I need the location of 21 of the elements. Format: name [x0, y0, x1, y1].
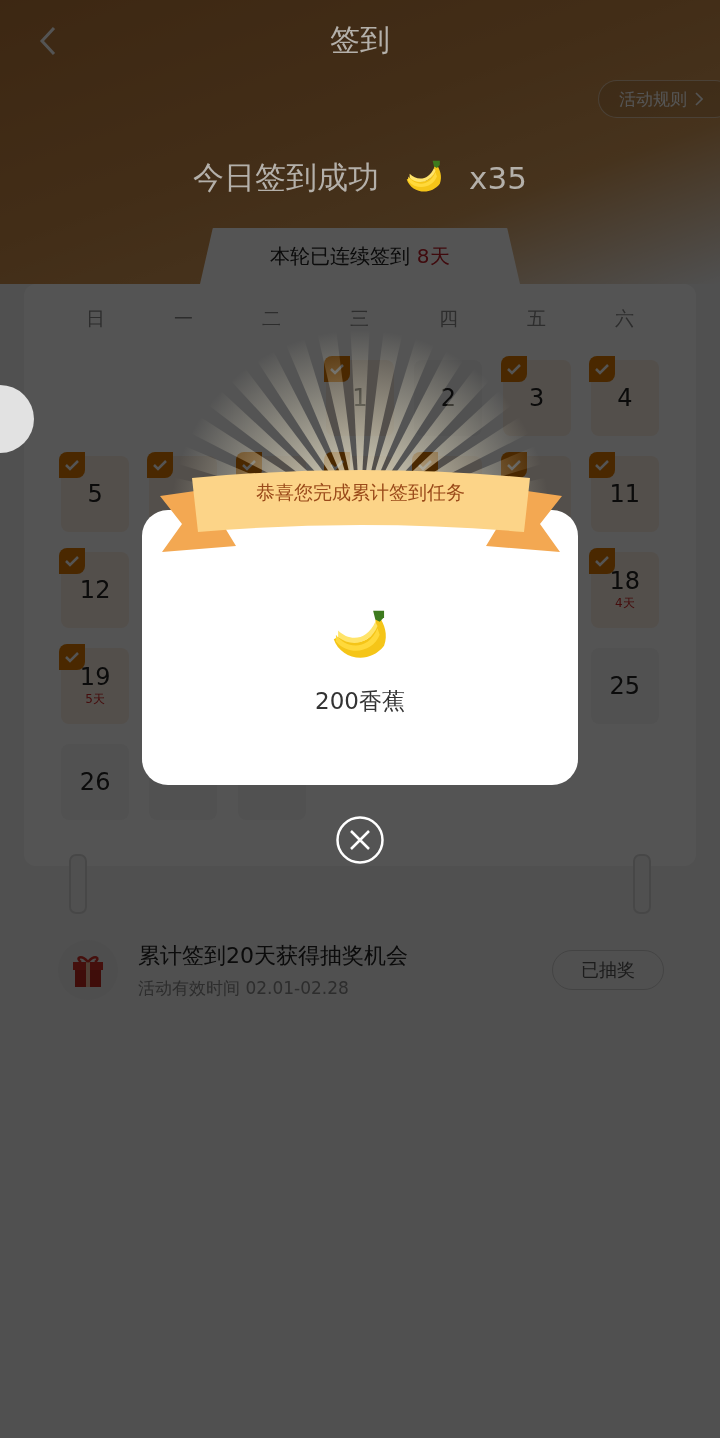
task-title: 累计签到20天获得抽奖机会 [138, 941, 409, 970]
success-message: 今日签到成功 [193, 158, 380, 197]
streak-text: 本轮已连续签到 8天 [270, 242, 450, 270]
day-number: 19 [79, 664, 111, 691]
day-number: 18 [609, 568, 641, 595]
reward-count: x35 [469, 160, 527, 196]
chevron-icon [695, 92, 703, 106]
close-icon[interactable] [336, 816, 384, 864]
day-number: 5 [87, 480, 103, 508]
reward-amount: 200香蕉 [315, 687, 405, 716]
page-title: 签到 [330, 20, 390, 59]
streak-note: 4天 [615, 594, 635, 612]
day-number: 25 [609, 672, 641, 700]
streak-note: 5天 [85, 690, 105, 708]
day-number: 3 [528, 384, 545, 412]
banner-title: 恭喜您完成累计签到任务 [254, 480, 466, 505]
day-number: 2 [440, 384, 456, 412]
day-number: 26 [79, 768, 111, 796]
day-number: 12 [79, 576, 111, 604]
day-number: 4 [617, 384, 633, 412]
day-number: 11 [609, 480, 641, 508]
